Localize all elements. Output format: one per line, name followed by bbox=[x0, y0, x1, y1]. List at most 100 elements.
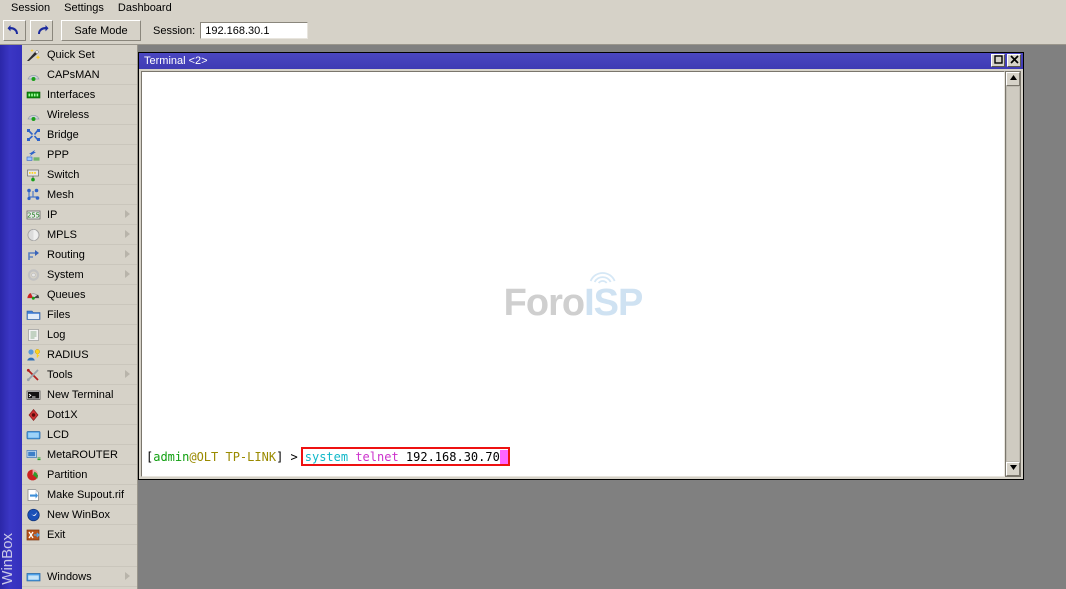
windows-icon bbox=[25, 569, 42, 585]
session-address-field[interactable]: 192.168.30.1 bbox=[200, 22, 309, 39]
text-cursor bbox=[499, 449, 508, 464]
queues-icon bbox=[25, 287, 42, 303]
menubar: Session Settings Dashboard bbox=[0, 0, 1066, 17]
svg-text:255: 255 bbox=[27, 211, 40, 219]
foroisp-watermark: Foro ISP bbox=[504, 272, 643, 324]
sidebar-item-bridge[interactable]: Bridge bbox=[22, 125, 137, 145]
terminal-window: Terminal <2> Foro ISP [admin @OLT TP-LI… bbox=[138, 52, 1024, 480]
undo-button[interactable] bbox=[3, 20, 26, 41]
sidebar-item-ppp[interactable]: PPP bbox=[22, 145, 137, 165]
prompt-symbol: > bbox=[283, 449, 298, 464]
sidebar-label: MetaROUTER bbox=[47, 448, 118, 461]
sidebar-label: Tools bbox=[47, 368, 73, 381]
prompt-hostname: @OLT TP-LINK bbox=[189, 449, 277, 464]
switch-icon bbox=[25, 167, 42, 183]
menu-settings[interactable]: Settings bbox=[57, 1, 111, 17]
safe-mode-button[interactable]: Safe Mode bbox=[61, 20, 141, 41]
sidebar-label: Interfaces bbox=[47, 88, 96, 101]
sidebar-item-tools[interactable]: Tools bbox=[22, 365, 137, 385]
redo-button[interactable] bbox=[30, 20, 53, 41]
sidebar-label: IP bbox=[47, 208, 58, 221]
interfaces-icon bbox=[25, 87, 42, 103]
radius-icon bbox=[25, 347, 42, 363]
menu-session[interactable]: Session bbox=[4, 1, 57, 17]
session-label: Session: bbox=[153, 24, 196, 37]
sidebar-item-mpls[interactable]: MPLS bbox=[22, 225, 137, 245]
sidebar-item-switch[interactable]: Switch bbox=[22, 165, 137, 185]
terminal-command-line[interactable]: [admin @OLT TP-LINK] > system telnet 192.… bbox=[146, 447, 510, 466]
winbox-side-strip: WinBox bbox=[0, 45, 22, 589]
ip-255-icon: 255 bbox=[25, 207, 42, 223]
sidebar-label: Log bbox=[47, 328, 66, 341]
sidebar-item-system[interactable]: System bbox=[22, 265, 137, 285]
bridge-icon bbox=[25, 127, 42, 143]
sidebar-item-interfaces[interactable]: Interfaces bbox=[22, 85, 137, 105]
sidebar-item-partition[interactable]: Partition bbox=[22, 465, 137, 485]
winbox-brand-label: WinBox bbox=[0, 533, 16, 585]
sidebar-item-log[interactable]: Log bbox=[22, 325, 137, 345]
supout-icon bbox=[25, 487, 42, 503]
sidebar-item-new-terminal[interactable]: New Terminal bbox=[22, 385, 137, 405]
scroll-up-button[interactable] bbox=[1006, 72, 1020, 86]
sidebar-item-quick-set[interactable]: Quick Set bbox=[22, 45, 137, 65]
sidebar-label: Switch bbox=[47, 168, 80, 181]
sidebar-item-lcd[interactable]: LCD bbox=[22, 425, 137, 445]
partition-icon bbox=[25, 467, 42, 483]
terminal-output-area[interactable]: Foro ISP [admin @OLT TP-LINK] > system te… bbox=[141, 71, 1005, 477]
sidebar-item-metarouter[interactable]: MetaROUTER bbox=[22, 445, 137, 465]
sidebar-label: Windows bbox=[47, 570, 92, 583]
sidebar-label: LCD bbox=[47, 428, 70, 441]
lcd-icon bbox=[25, 427, 42, 443]
window-buttons bbox=[991, 54, 1021, 67]
scroll-down-icon bbox=[1009, 463, 1018, 475]
watermark-isp-label: ISP bbox=[584, 282, 643, 324]
command-argument-ip: 192.168.30.70 bbox=[398, 449, 500, 464]
sidebar-item-capsman[interactable]: CAPsMAN bbox=[22, 65, 137, 85]
sidebar-item-files[interactable]: Files bbox=[22, 305, 137, 325]
sidebar-item-new-winbox[interactable]: New WinBox bbox=[22, 505, 137, 525]
sidebar-label: Queues bbox=[47, 288, 86, 301]
terminal-titlebar[interactable]: Terminal <2> bbox=[139, 53, 1023, 69]
command-highlight-box: system telnet 192.168.30.70 bbox=[300, 447, 510, 466]
mesh-icon bbox=[25, 187, 42, 203]
wand-icon bbox=[25, 47, 42, 63]
scroll-up-icon bbox=[1009, 73, 1018, 85]
terminal-scrollbar[interactable] bbox=[1005, 71, 1021, 477]
antenna-icon bbox=[25, 67, 42, 83]
prompt-open-bracket: [ bbox=[146, 449, 154, 464]
scrollbar-track[interactable] bbox=[1006, 86, 1020, 462]
sidebar-item-wireless[interactable]: Wireless bbox=[22, 105, 137, 125]
maximize-icon bbox=[993, 54, 1003, 67]
winbox-icon bbox=[25, 507, 42, 523]
sidebar-label: Exit bbox=[47, 528, 66, 541]
sidebar-item-radius[interactable]: RADIUS bbox=[22, 345, 137, 365]
sidebar-item-queues[interactable]: Queues bbox=[22, 285, 137, 305]
sidebar-item-exit[interactable]: Exit bbox=[22, 525, 137, 545]
routing-icon bbox=[25, 247, 42, 263]
sidebar-item-routing[interactable]: Routing bbox=[22, 245, 137, 265]
ppp-icon bbox=[25, 147, 42, 163]
chevron-right-icon bbox=[125, 210, 130, 218]
main-menu-sidebar: Quick Set CAPsMAN Interfaces Wireless Br… bbox=[22, 45, 138, 589]
chevron-right-icon bbox=[125, 270, 130, 278]
sidebar-item-mesh[interactable]: Mesh bbox=[22, 185, 137, 205]
metarouter-icon bbox=[25, 447, 42, 463]
sidebar-item-make-supout[interactable]: Make Supout.rif bbox=[22, 485, 137, 505]
prompt-close-bracket: ] bbox=[276, 449, 284, 464]
sidebar-item-ip[interactable]: 255 IP bbox=[22, 205, 137, 225]
close-button[interactable] bbox=[1007, 54, 1021, 67]
sidebar-item-dot1x[interactable]: Dot1X bbox=[22, 405, 137, 425]
sidebar-label: PPP bbox=[47, 148, 70, 161]
menu-dashboard[interactable]: Dashboard bbox=[111, 1, 179, 17]
command-keyword-telnet: telnet bbox=[348, 449, 399, 464]
maximize-button[interactable] bbox=[991, 54, 1005, 67]
sidebar-item-windows[interactable]: Windows bbox=[22, 567, 137, 587]
toolbar: Safe Mode Session: 192.168.30.1 bbox=[0, 17, 1066, 45]
sidebar-label: Files bbox=[47, 308, 71, 321]
log-icon bbox=[25, 327, 42, 343]
sidebar-label: Dot1X bbox=[47, 408, 78, 421]
chevron-right-icon bbox=[125, 572, 130, 580]
scroll-down-button[interactable] bbox=[1006, 462, 1020, 476]
sidebar-label: MPLS bbox=[47, 228, 77, 241]
winbox-window: Session Settings Dashboard Safe Mode Ses… bbox=[0, 0, 1066, 589]
